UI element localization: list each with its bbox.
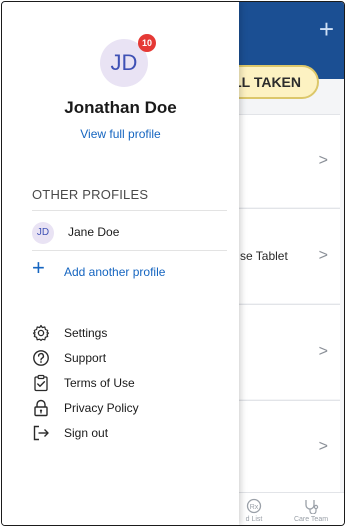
- clipboard-check-icon: [34, 374, 48, 392]
- add-profile-label: Add another profile: [64, 265, 166, 279]
- chevron-right-icon: >: [318, 247, 328, 264]
- medication-card[interactable]: se Tablet >: [232, 208, 340, 303]
- avatar: JD: [32, 222, 54, 244]
- menu-item-terms[interactable]: Terms of Use: [32, 373, 222, 393]
- view-profile-link[interactable]: View full profile: [2, 127, 239, 141]
- add-icon[interactable]: +: [319, 16, 334, 42]
- navigation-drawer: JD 10 Jonathan Doe View full profile OTH…: [2, 2, 239, 525]
- menu-label: Sign out: [64, 426, 109, 440]
- chevron-right-icon: >: [318, 438, 328, 455]
- menu-item-privacy[interactable]: Privacy Policy: [32, 398, 222, 418]
- svg-text:Rx: Rx: [250, 504, 259, 511]
- menu-item-support[interactable]: Support: [32, 348, 222, 368]
- nav-label: d List: [245, 516, 263, 523]
- nav-care-team[interactable]: Care Team: [288, 498, 334, 523]
- profile-name: Jane Doe: [68, 225, 120, 239]
- gear-icon: [32, 324, 50, 342]
- medication-card-text: se Tablet: [240, 249, 288, 263]
- lock-icon: [34, 399, 48, 417]
- other-profile-item[interactable]: JD Jane Doe: [32, 222, 227, 244]
- menu-label: Privacy Policy: [64, 401, 139, 415]
- help-icon: [33, 350, 49, 366]
- rx-icon: Rx: [246, 498, 262, 514]
- divider: [32, 210, 227, 211]
- divider: [32, 250, 227, 251]
- chevron-right-icon: >: [318, 152, 328, 169]
- menu-label: Settings: [64, 326, 108, 340]
- stethoscope-icon: [305, 500, 319, 514]
- sign-out-icon: [33, 425, 49, 441]
- medication-card[interactable]: >: [232, 400, 340, 493]
- device-frame: + LL TAKEN > se Tablet > > > Rx d List C…: [1, 1, 345, 526]
- menu-item-sign-out[interactable]: Sign out: [32, 423, 222, 443]
- user-name: Jonathan Doe: [64, 98, 177, 117]
- plus-icon: +: [32, 255, 45, 280]
- nav-med-list[interactable]: Rx d List: [234, 498, 274, 523]
- medication-card[interactable]: >: [232, 304, 340, 399]
- menu-label: Support: [64, 351, 107, 365]
- notification-badge: 10: [138, 34, 156, 52]
- menu-item-settings[interactable]: Settings: [32, 323, 222, 343]
- medication-card[interactable]: >: [232, 114, 340, 207]
- chevron-right-icon: >: [318, 343, 328, 360]
- menu-label: Terms of Use: [64, 376, 135, 390]
- other-profiles-heading: OTHER PROFILES: [32, 187, 149, 202]
- nav-label: Care Team: [293, 516, 329, 523]
